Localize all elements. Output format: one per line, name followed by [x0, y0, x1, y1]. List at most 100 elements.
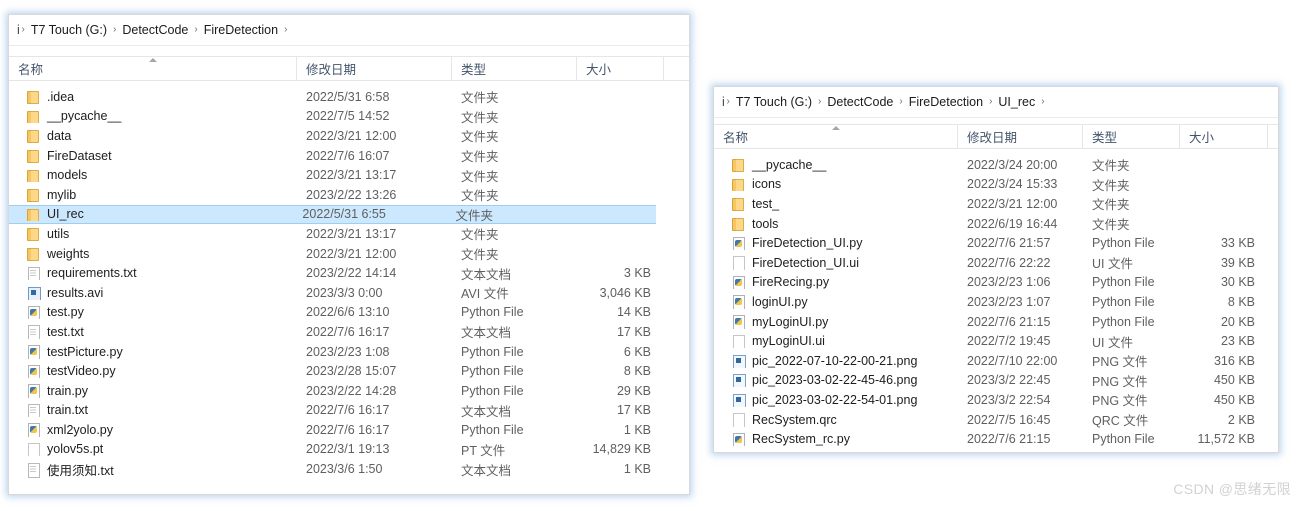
- file-row[interactable]: myLoginUI.ui 2022/7/2 19:45 UI 文件 23 KB: [714, 331, 1278, 351]
- file-type-cell: 文件夹: [461, 228, 499, 243]
- file-name-cell: testVideo.py: [9, 364, 297, 379]
- file-row[interactable]: .idea 2022/5/31 6:58 文件夹: [9, 87, 689, 107]
- column-header-size[interactable]: 大小: [577, 57, 664, 80]
- file-row[interactable]: utils 2022/3/21 13:17 文件夹: [9, 224, 689, 244]
- file-row[interactable]: __pycache__ 2022/7/5 14:52 文件夹: [9, 107, 689, 127]
- address-bar-divider: [714, 117, 1278, 118]
- file-date-cell: 2022/7/2 19:45: [967, 334, 1051, 349]
- column-header-type[interactable]: 类型: [1083, 125, 1180, 148]
- file-row[interactable]: data 2022/3/21 12:00 文件夹: [9, 126, 689, 146]
- file-row[interactable]: results.avi 2023/3/3 0:00 AVI 文件 3,046 KB: [9, 283, 689, 303]
- breadcrumb-separator: ›: [1041, 95, 1045, 107]
- file-list-right[interactable]: __pycache__ 2022/3/24 20:00 文件夹 icons 2022/3…: [714, 155, 1278, 453]
- column-header-name[interactable]: 名称: [714, 125, 958, 148]
- file-list-left[interactable]: .idea 2022/5/31 6:58 文件夹 __pycache__ 2022/7/…: [9, 87, 689, 479]
- file-row[interactable]: RecSystem_rc.py 2022/7/6 21:15 Python File…: [714, 429, 1278, 449]
- file-type-cell: 文本文档: [461, 404, 512, 419]
- file-row[interactable]: train.txt 2022/7/6 16:17 文本文档 17 KB: [9, 401, 689, 421]
- breadcrumb-item-uirec[interactable]: UI_rec: [994, 94, 1039, 110]
- file-type-cell: PNG 文件: [1092, 374, 1148, 389]
- file-row[interactable]: icons 2022/3/24 15:33 文件夹: [714, 175, 1278, 195]
- file-row[interactable]: UI_rec 2022/5/31 6:55 文件夹: [9, 204, 656, 225]
- column-header-name[interactable]: 名称: [9, 57, 297, 80]
- file-row[interactable]: myLoginUI.py 2022/7/6 21:15 Python File 20 …: [714, 312, 1278, 332]
- file-date-cell: 2022/5/31 6:55: [302, 207, 386, 222]
- file-row[interactable]: __pycache__ 2022/3/24 20:00 文件夹: [714, 155, 1278, 175]
- breadcrumb-item-detectcode[interactable]: DetectCode: [823, 94, 897, 110]
- breadcrumb-separator: ›: [194, 23, 198, 35]
- file-name-label: pic_2022-07-10-22-00-21.png: [752, 353, 918, 368]
- folder-icon: [26, 188, 40, 202]
- file-row[interactable]: loginUI.py 2023/2/23 1:07 Python File 8 KB: [714, 292, 1278, 312]
- folder-icon: [26, 149, 40, 163]
- breadcrumb-item-drive[interactable]: T7 Touch (G:): [732, 94, 816, 110]
- file-date-cell: 2023/3/2 22:45: [967, 373, 1051, 388]
- file-row[interactable]: mylib 2023/2/22 13:26 文件夹: [9, 185, 689, 205]
- breadcrumb-item-firedetection[interactable]: FireDetection: [905, 94, 987, 110]
- file-row[interactable]: FireDetection_UI.py 2022/7/6 21:57 Python …: [714, 233, 1278, 253]
- file-size-cell: 14 KB: [616, 305, 651, 320]
- python-icon: [26, 423, 40, 437]
- address-bar-divider: [9, 45, 689, 46]
- file-row[interactable]: FireDataset 2022/7/6 16:07 文件夹: [9, 146, 689, 166]
- file-type-cell: 文件夹: [461, 130, 499, 145]
- file-name-cell: FireRecing.py: [714, 275, 958, 290]
- file-row[interactable]: xml2yolo.py 2022/7/6 16:17 Python File 1 KB: [9, 420, 689, 440]
- file-type-cell: 文件夹: [461, 189, 499, 204]
- file-name-cell: tools: [714, 217, 958, 231]
- file-date-cell: 2022/3/21 12:00: [306, 128, 397, 143]
- file-row[interactable]: FireRecing.py 2023/2/23 1:06 Python File 30…: [714, 273, 1278, 293]
- breadcrumb-item-detectcode[interactable]: DetectCode: [118, 22, 192, 38]
- file-name-cell: .idea: [9, 90, 297, 104]
- file-name-cell: weights: [9, 247, 297, 261]
- file-row[interactable]: tools 2022/6/19 16:44 文件夹: [714, 214, 1278, 234]
- file-row[interactable]: pic_2022-07-10-22-00-21.png 2022/7/10 22:…: [714, 351, 1278, 371]
- python-icon: [731, 432, 745, 447]
- file-row[interactable]: pic_2023-03-02-22-54-01.png 2023/3/2 22:5…: [714, 390, 1278, 410]
- column-header-type[interactable]: 类型: [452, 57, 577, 80]
- file-row[interactable]: requirements.txt 2023/2/22 14:14 文本文档 3 KB: [9, 263, 689, 283]
- address-bar-left[interactable]: i › T7 Touch (G:) › DetectCode › FireDet…: [9, 15, 689, 45]
- column-header-size[interactable]: 大小: [1180, 125, 1268, 148]
- file-row[interactable]: weights 2022/3/21 12:00 文件夹: [9, 244, 689, 264]
- file-row[interactable]: testVideo.py 2023/2/28 15:07 Python File 8 …: [9, 361, 689, 381]
- breadcrumb-item-firedetection[interactable]: FireDetection: [200, 22, 282, 38]
- screenshot-root: i › T7 Touch (G:) › DetectCode › FireDet…: [0, 0, 1303, 511]
- folder-icon: [731, 177, 745, 192]
- file-row[interactable]: models 2022/3/21 13:17 文件夹: [9, 165, 689, 185]
- column-header-date[interactable]: 修改日期: [958, 125, 1083, 148]
- file-name-label: data: [47, 128, 72, 143]
- breadcrumb-item-drive[interactable]: T7 Touch (G:): [27, 22, 111, 38]
- file-name-label: requirements.txt: [47, 266, 137, 281]
- file-type-cell: 文件夹: [1092, 198, 1130, 213]
- file-row[interactable]: test.txt 2022/7/6 16:17 文本文档 17 KB: [9, 322, 689, 342]
- column-header-row-right: 名称 修改日期 类型 大小: [714, 124, 1278, 149]
- file-row[interactable]: 使用须知.txt 2023/3/6 1:50 文本文档 1 KB: [9, 459, 689, 479]
- file-name-cell: mylib: [9, 188, 297, 202]
- file-row[interactable]: RecSystem.qrc 2022/7/5 16:45 QRC 文件 2 KB: [714, 410, 1278, 430]
- file-row[interactable]: pic_2023-03-02-22-45-46.png 2023/3/2 22:4…: [714, 371, 1278, 391]
- python-icon: [731, 236, 745, 251]
- file-name-label: test.txt: [47, 324, 84, 339]
- file-row[interactable]: runMain.py 2023/2/23 1:06Python File1 KB: [714, 449, 1278, 453]
- file-row[interactable]: test.py 2022/6/6 13:10 Python File 14 KB: [9, 303, 689, 323]
- file-name-label: utils: [47, 226, 70, 241]
- file-row[interactable]: yolov5s.pt 2022/3/1 19:13 PT 文件 14,829 KB: [9, 440, 689, 460]
- file-name-label: results.avi: [47, 285, 104, 300]
- file-size-cell: 450 KB: [1213, 392, 1255, 407]
- address-bar-right[interactable]: i › T7 Touch (G:) › DetectCode › FireDet…: [714, 87, 1278, 117]
- file-date-cell: 2022/6/6 13:10: [306, 305, 390, 320]
- file-type-cell: Python File: [1092, 236, 1155, 251]
- file-row[interactable]: test_ 2022/3/21 12:00 文件夹: [714, 194, 1278, 214]
- file-date-cell: 2022/5/31 6:58: [306, 89, 390, 104]
- file-name-label: FireDetection_UI.py: [752, 236, 863, 251]
- folder-icon: [26, 247, 40, 261]
- file-name-cell: utils: [9, 227, 297, 241]
- column-header-date[interactable]: 修改日期: [297, 57, 452, 80]
- file-row[interactable]: testPicture.py 2023/2/23 1:08 Python File 6…: [9, 342, 689, 362]
- file-name-cell: test.py: [9, 305, 297, 320]
- file-row[interactable]: train.py 2023/2/22 14:28 Python File 29 KB: [9, 381, 689, 401]
- python-icon: [731, 295, 745, 309]
- file-type-cell: Python File: [461, 344, 524, 359]
- file-row[interactable]: FireDetection_UI.ui 2022/7/6 22:22 UI 文件 39…: [714, 253, 1278, 273]
